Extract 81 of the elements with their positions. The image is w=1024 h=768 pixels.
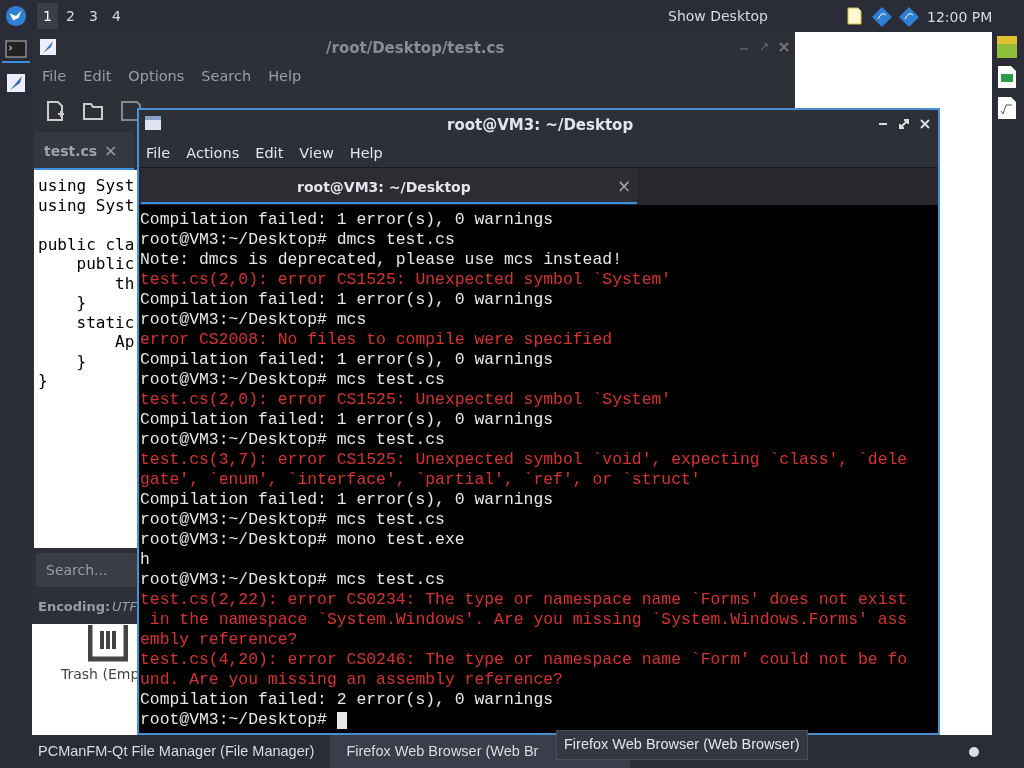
menu-item[interactable]: Help [268,66,302,88]
output-line: Compilation failed: 1 error(s), 0 warnings [140,410,554,430]
editor-tab[interactable]: test.cs × [34,132,134,170]
menu-item[interactable]: File [146,143,171,165]
quill-icon[interactable] [6,73,26,93]
clock: 12:00 PM [927,8,993,27]
output-line: root@VM3:~/Desktop# mcs test.cs [140,570,445,590]
menu-item[interactable]: Options [128,66,185,88]
code-line: } [75,351,88,371]
brightness-icon[interactable] [966,744,982,760]
code-line: Ap [114,332,136,352]
error-line: gate', `enum', `interface', `partial', `ref', or `struct' [140,470,701,490]
output-line: root@VM3:~/Desktop# mcs [140,310,367,330]
window-title: root@VM3: ~/Desktop [447,115,634,136]
code-line: } [38,371,49,391]
tab-close-button[interactable]: × [617,174,632,200]
error-line: error CS2008: No files to compile were specified [140,330,613,350]
workspace-button[interactable]: 1 [37,3,58,29]
folder-icon[interactable] [82,100,104,122]
output-line: h [140,550,150,570]
code-line: static [75,312,136,332]
code-line: th [114,273,136,293]
tab-close-button[interactable]: × [104,139,118,163]
error-line: embly reference? [140,630,298,650]
error-line: test.cs(2,0): error CS1525: Unexpected symbol `System' [140,390,672,410]
output-line: Compilation failed: 1 error(s), 0 warnings [140,350,554,370]
formula-icon[interactable] [998,97,1016,119]
menu-item[interactable]: Edit [255,143,284,165]
code-area[interactable]: using Syst using Syst public cla public th } static Ap } } [34,170,137,548]
output-line: root@VM3:~/Desktop# mono test.exe [140,530,465,550]
code-line: } [75,293,88,313]
output-line: Note: dmcs is deprecated, please use mcs instead! [140,250,622,270]
tab-label: test.cs [44,142,98,161]
new-file-icon[interactable] [44,100,66,122]
code-line: public [75,254,136,274]
window-title: /root/Desktop/test.cs [326,38,505,59]
error-line: test.cs(2,22): error CS0234: The type or namespace name `Forms' does not exist [140,590,908,610]
menu-item[interactable]: Edit [83,66,112,88]
menu-item[interactable]: File [42,66,67,88]
output-line: Compilation failed: 2 error(s), 0 warnings [140,690,554,710]
menu-item[interactable]: View [299,143,334,165]
notes-icon[interactable] [844,6,864,26]
show-desktop-button[interactable]: Show Desktop [668,6,768,27]
error-line: in the namespace `System.Windows'. Are you missing `System.Windows.Forms' ass [148,610,908,630]
encoding-value: UTF [112,598,137,616]
search-field[interactable]: Search... [36,553,137,587]
output-line: root@VM3:~/Desktop# dmcs test.cs [140,230,455,250]
output-line: Compilation failed: 1 error(s), 0 warnings [140,490,554,510]
workspace-button[interactable]: 3 [83,3,104,29]
taskbar-item[interactable]: PCManFM-Qt File Manager (File Manager) [0,735,331,768]
menu-item[interactable]: Help [349,143,383,165]
code-line: using Syst [38,176,136,196]
terminal-tab[interactable]: root@VM3: ~/Desktop × [141,168,637,204]
terminal-icon[interactable] [5,40,27,58]
cursor [336,711,347,729]
code-line: using Syst [38,195,136,215]
error-line: und. Are you missing an assembly reference? [140,670,563,690]
output-line: Compilation failed: 1 error(s), 0 warnings [140,290,554,310]
error-line: test.cs(4,20): error CS0246: The type or namespace name `Form' could not be fo [140,650,908,670]
workspace-button[interactable]: 2 [60,3,81,29]
code-line: public cla [38,234,136,254]
error-line: test.cs(2,0): error CS1525: Unexpected symbol `System' [140,270,672,290]
trash-icon[interactable] [88,625,128,663]
network-icon[interactable] [898,6,920,28]
output-line: Compilation failed: 1 error(s), 0 warnings [140,210,554,230]
network-icon[interactable] [871,6,893,28]
output-line: root@VM3:~/Desktop# mcs test.cs [140,510,445,530]
menu-item[interactable]: Search [201,66,252,88]
quill-icon [40,39,56,55]
output-line: root@VM3:~/Desktop# mcs test.cs [140,370,445,390]
window-icon [145,116,161,130]
encoding-label: Encoding: [38,598,111,616]
maximize-icon[interactable] [899,119,909,129]
error-line: test.cs(3,7): error CS1525: Unexpected symbol `void', expecting `class', `dele [140,450,908,470]
workspace-button[interactable]: 4 [106,3,127,29]
menu-item[interactable]: Actions [186,143,240,165]
tooltip: Firefox Web Browser (Web Browser) [556,730,808,760]
tab-label: root@VM3: ~/Desktop [297,178,471,197]
spreadsheet-icon[interactable] [998,66,1016,88]
output-line: root@VM3:~/Desktop# mcs test.cs [140,430,445,450]
prompt-line: root@VM3:~/Desktop# [140,710,328,730]
